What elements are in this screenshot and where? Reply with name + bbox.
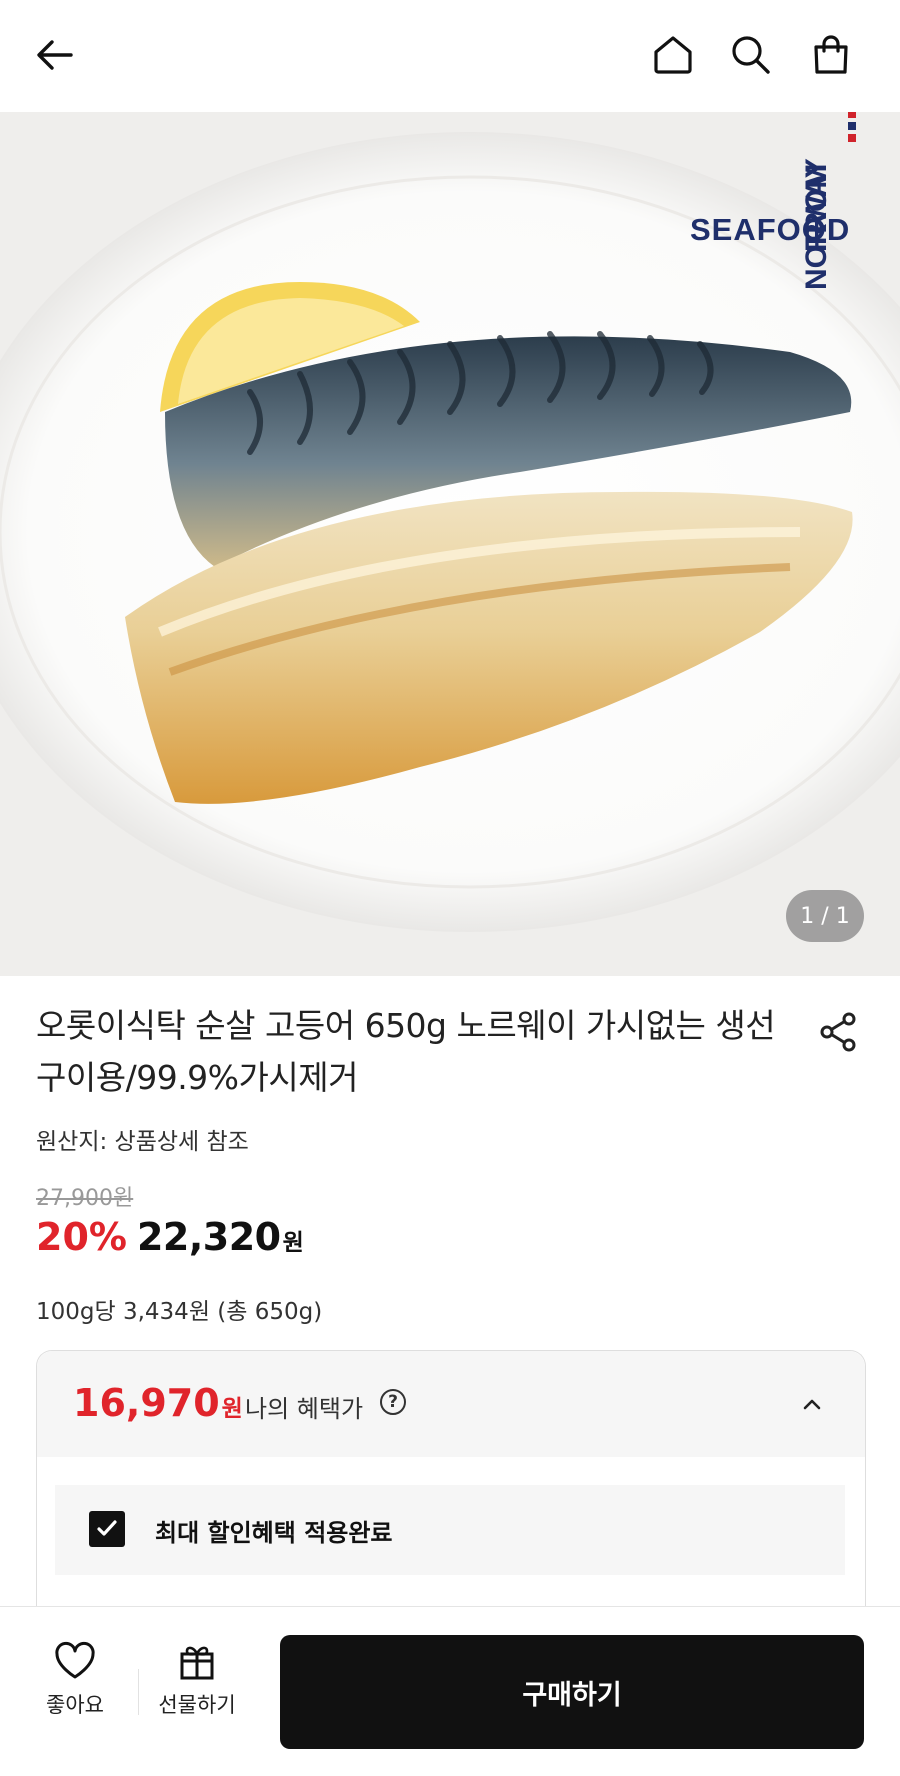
buy-button[interactable]: 구매하기	[280, 1635, 864, 1749]
benefit-price: 16,970 원	[73, 1381, 243, 1425]
benefit-price-unit: 원	[221, 1396, 243, 1422]
checkbox-checked[interactable]	[89, 1511, 125, 1547]
gift-label: 선물하기	[158, 1693, 236, 1717]
benefit-price-value: 16,970	[73, 1381, 220, 1425]
price-row: 20% 22,320 원	[36, 1215, 304, 1271]
benefit-panel: 16,970 원 나의 혜택가 ? 최대 할인혜택 적용완료	[36, 1350, 866, 1611]
max-discount-applied-row: 최대 할인혜택 적용완료	[55, 1485, 845, 1575]
product-title: 오롯이식탁 순살 고등어 650g 노르웨이 가시없는 생선 구이용/99.9%…	[36, 1006, 776, 1097]
home-icon	[654, 36, 692, 74]
collapse-button[interactable]	[797, 1389, 827, 1419]
benefit-header[interactable]: 16,970 원 나의 혜택가 ?	[37, 1351, 865, 1457]
divider	[138, 1669, 139, 1715]
search-button[interactable]	[722, 26, 780, 84]
top-app-bar	[0, 0, 900, 112]
search-icon	[732, 36, 770, 74]
applied-text: 최대 할인혜택 적용완료	[155, 1519, 393, 1547]
heart-icon	[55, 1641, 95, 1679]
back-arrow-icon	[37, 40, 73, 70]
image-counter: 1 / 1	[786, 890, 864, 942]
original-price: 27,900원	[36, 1186, 134, 1211]
benefit-label: 나의 혜택가	[245, 1395, 364, 1423]
product-image[interactable]: SEAFOOD FROM NORWAY	[0, 112, 900, 976]
share-button[interactable]	[812, 1006, 864, 1058]
cart-button[interactable]	[802, 26, 860, 84]
gift-button[interactable]: 선물하기	[150, 1641, 244, 1719]
checkmark-icon	[97, 1520, 117, 1536]
sale-price-unit: 원	[282, 1230, 304, 1256]
shopping-bag-icon	[814, 35, 848, 74]
gift-icon	[180, 1646, 214, 1680]
home-button[interactable]	[644, 26, 702, 84]
like-label: 좋아요	[46, 1693, 104, 1717]
sale-price: 22,320	[136, 1215, 281, 1259]
grilled-mackerel-image: SEAFOOD FROM NORWAY	[0, 112, 900, 976]
unit-price: 100g당 3,434원 (총 650g)	[36, 1299, 323, 1325]
like-button[interactable]: 좋아요	[40, 1641, 110, 1719]
svg-text:NORWAY: NORWAY	[800, 158, 833, 290]
bottom-action-bar: 좋아요 선물하기 구매하기	[0, 1606, 900, 1776]
back-button[interactable]	[26, 26, 84, 84]
product-origin: 원산지: 상품상세 참조	[36, 1129, 249, 1155]
share-icon	[820, 1012, 856, 1052]
help-icon[interactable]: ?	[380, 1389, 406, 1415]
discount-rate: 20%	[36, 1215, 127, 1259]
chevron-up-icon	[803, 1399, 821, 1410]
